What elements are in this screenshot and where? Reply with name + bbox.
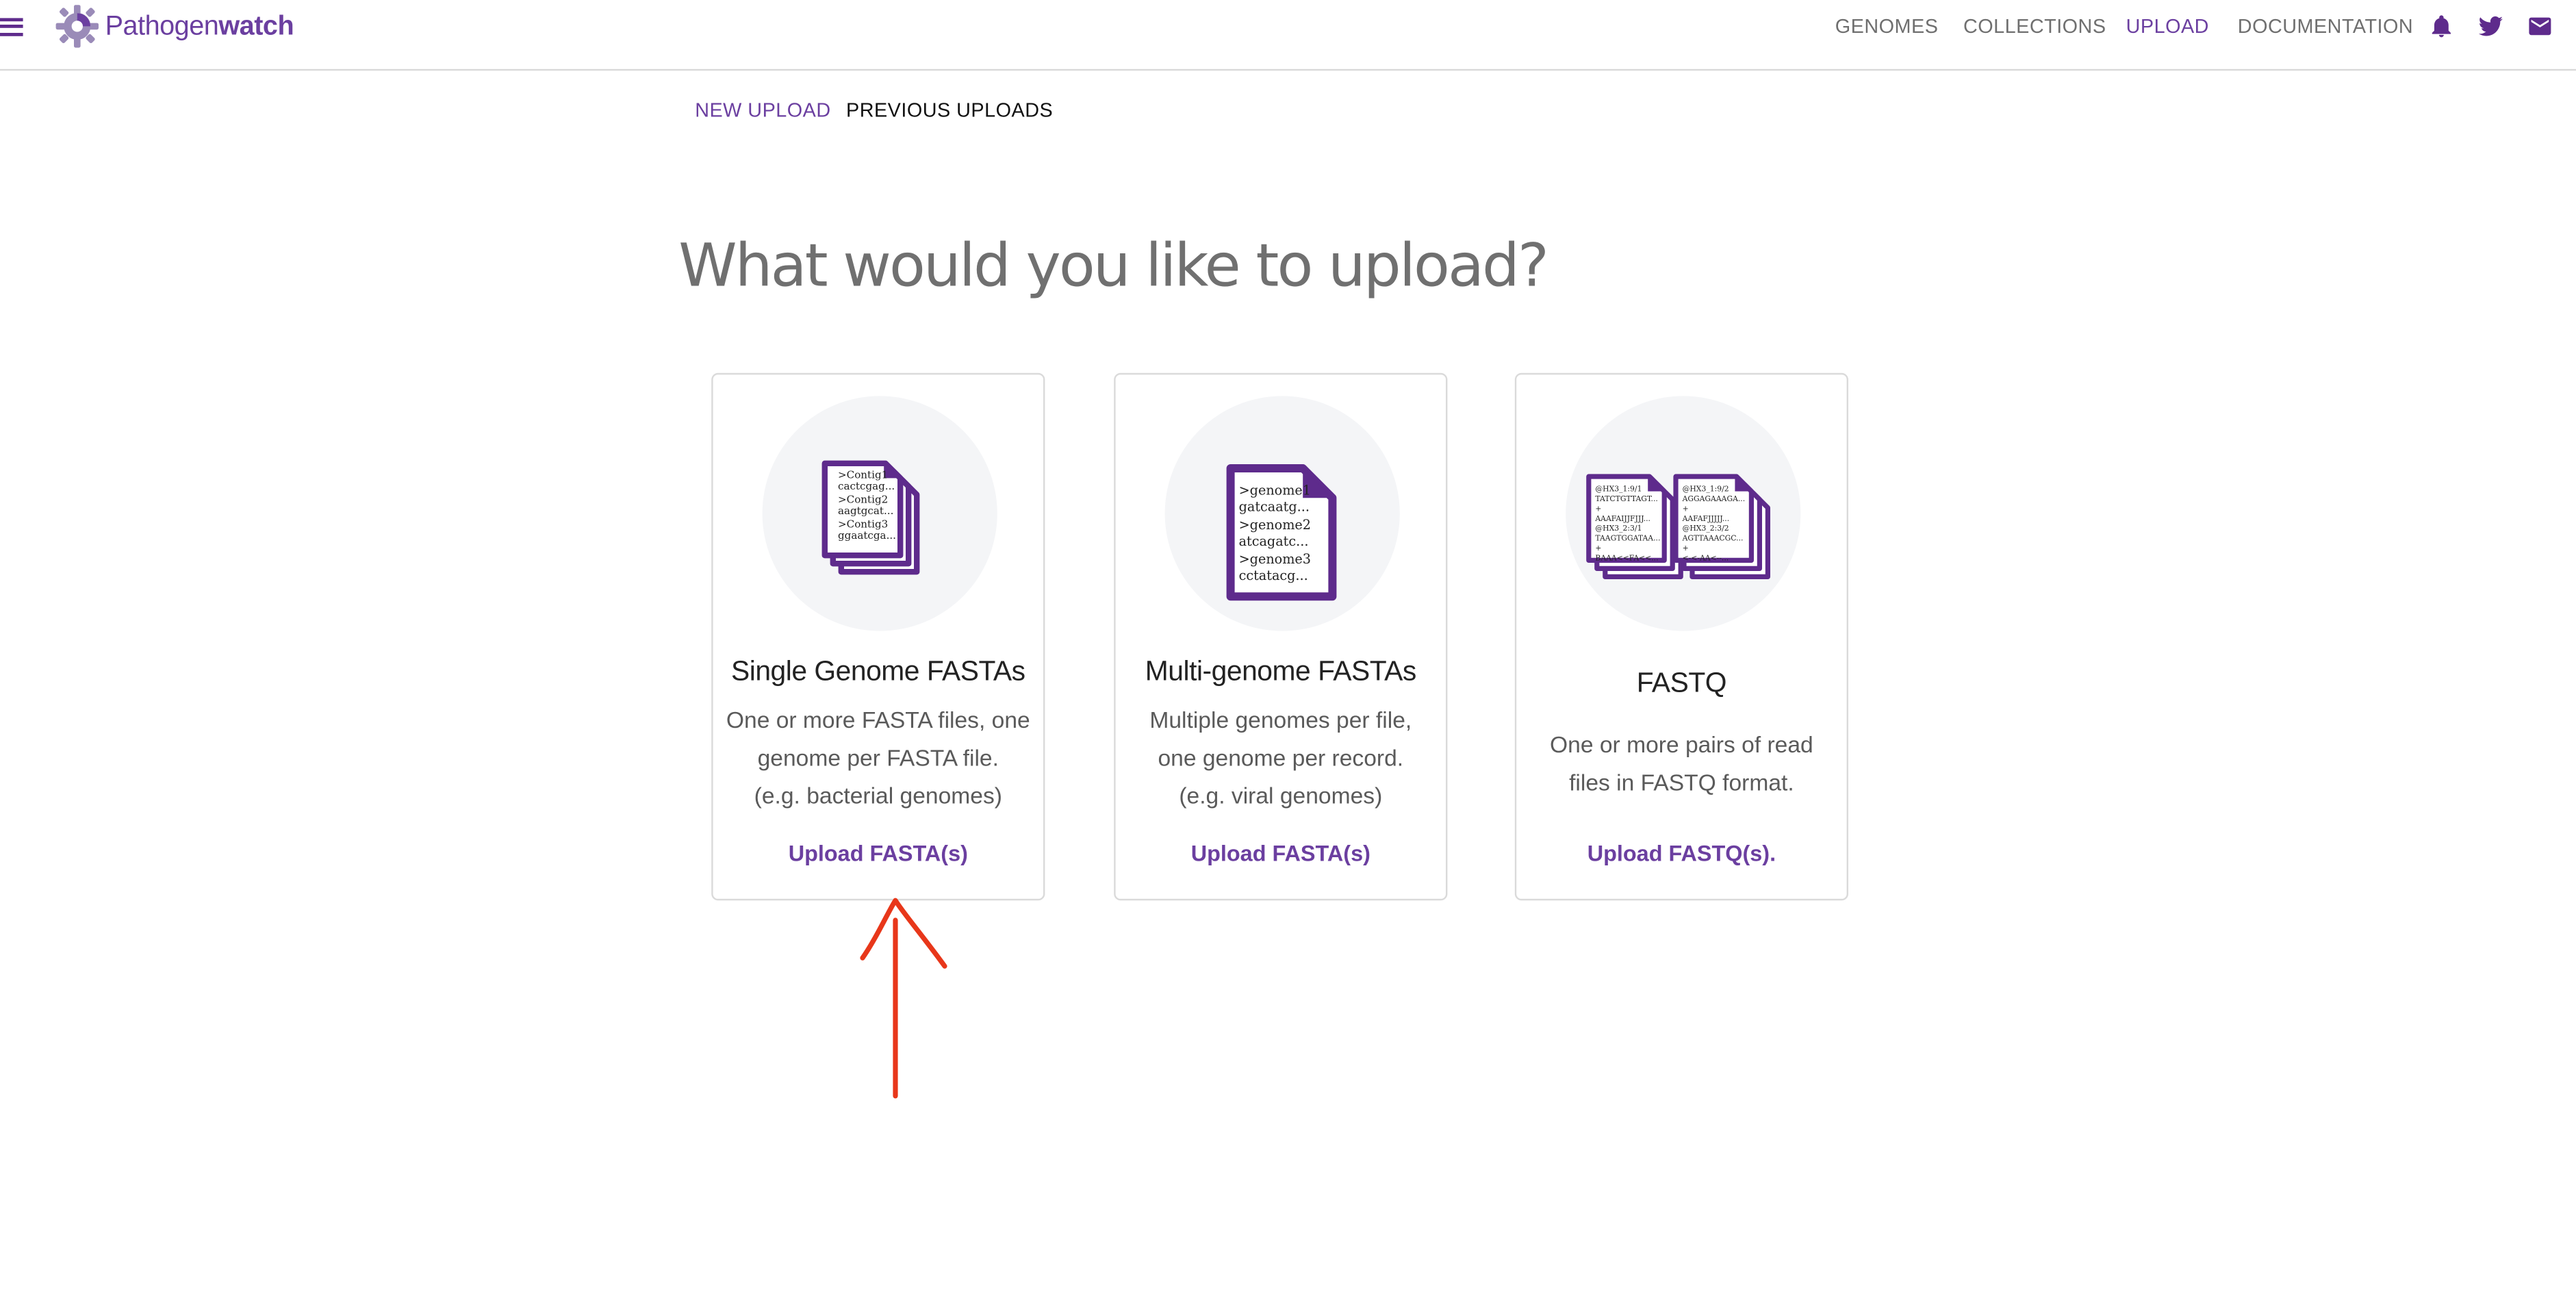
icon-text: BAAA<<FA<<... (1595, 553, 1658, 562)
icon-text: >Contig3 (838, 518, 888, 530)
multi-fasta-icon: >genome1 gatcaatg... >genome2 atcagatc..… (1164, 396, 1400, 631)
icon-text: >genome1 (1239, 482, 1311, 498)
icon-text: >Contig2 (838, 493, 888, 505)
card-title: FASTQ (1636, 667, 1727, 699)
icon-text: AAFAFJJJJJ... (1682, 514, 1730, 523)
icon-text: TATCTGTTAGT... (1595, 494, 1657, 503)
twitter-icon[interactable] (2477, 13, 2503, 39)
icon-text: @HX3_2:3/1 (1595, 524, 1642, 533)
card-description: Multiple genomes per file, one genome pe… (1149, 707, 1412, 809)
tab-new-upload[interactable]: NEW UPLOAD (695, 99, 830, 122)
bell-icon[interactable] (2428, 13, 2454, 39)
icon-text: + (1595, 504, 1601, 513)
icon-text: AAAFAIJJFJJJ... (1594, 514, 1650, 523)
icon-text: AGGAGAAAGA... (1682, 494, 1746, 503)
mail-icon[interactable] (2527, 13, 2553, 39)
icon-text: + (1683, 544, 1689, 553)
nav-documentation[interactable]: DOCUMENTATION (2238, 15, 2413, 38)
nav-genomes[interactable]: GENOMES (1835, 15, 1939, 38)
icon-text: cactcgag... (838, 480, 895, 492)
nav-collections[interactable]: COLLECTIONS (1963, 15, 2106, 38)
card-description: One or more FASTA files, one genome per … (726, 707, 1030, 809)
icon-text: aagtgcat... (838, 505, 893, 517)
icon-text: @HX3_2:3/2 (1683, 524, 1729, 533)
top-bar: Pathogenwatch GENOMES COLLECTIONS UPLOAD… (0, 0, 2576, 71)
icon-text: AGTTAAACGC... (1682, 534, 1744, 543)
upload-fasta-single-button[interactable]: Upload FASTA(s) (713, 841, 1043, 866)
red-arrow-annotation (860, 898, 947, 1099)
icon-text: >genome2 (1239, 517, 1311, 533)
nav-upload[interactable]: UPLOAD (2126, 15, 2209, 38)
logo[interactable]: Pathogenwatch (53, 1, 294, 51)
icon-text: >genome3 (1239, 551, 1311, 567)
icon-text: <-<-AA<--... (1683, 553, 1729, 562)
tab-previous-uploads[interactable]: PREVIOUS UPLOADS (846, 99, 1053, 122)
upload-fastq-button[interactable]: Upload FASTQ(s). (1516, 841, 1846, 866)
icon-text: @HX3_1:9/2 (1683, 485, 1729, 494)
icon-text: ggaatcga... (838, 529, 896, 542)
icon-text: >Contig1 (838, 468, 888, 481)
card-title: Multi-genome FASTAs (1145, 655, 1416, 687)
icon-text: cctatacg... (1239, 568, 1308, 583)
icon-text: gatcaatg... (1239, 498, 1310, 514)
page-title: What would you like to upload? (678, 233, 1549, 301)
icon-text: TAAGTGGATAA... (1595, 534, 1660, 543)
icon-text: + (1683, 504, 1689, 513)
icon-text: @HX3_1:9/1 (1595, 485, 1642, 494)
upload-card-fastq: @HX3_1:9/1 TATCTGTTAGT... + AAAFAIJJFJJJ… (1514, 372, 1848, 901)
upload-card-single-genome: >Contig1 cactcgag... >Contig2 aagtgcat..… (711, 372, 1045, 901)
single-fasta-icon: >Contig1 cactcgag... >Contig2 aagtgcat..… (762, 396, 997, 631)
fastq-icon: @HX3_1:9/1 TATCTGTTAGT... + AAAFAIJJFJJJ… (1566, 396, 1801, 631)
brand-name: Pathogenwatch (105, 10, 294, 40)
card-description: One or more pairs of read files in FASTQ… (1550, 731, 1813, 796)
icon-text: + (1595, 544, 1601, 553)
card-title: Single Genome FASTAs (731, 655, 1025, 687)
logo-gear-icon (55, 5, 99, 48)
upload-card-multi-genome: >genome1 gatcaatg... >genome2 atcagatc..… (1114, 372, 1448, 901)
icon-text: atcagatc... (1239, 533, 1309, 549)
upload-fasta-multi-button[interactable]: Upload FASTA(s) (1116, 841, 1446, 866)
menu-icon[interactable] (0, 15, 26, 38)
